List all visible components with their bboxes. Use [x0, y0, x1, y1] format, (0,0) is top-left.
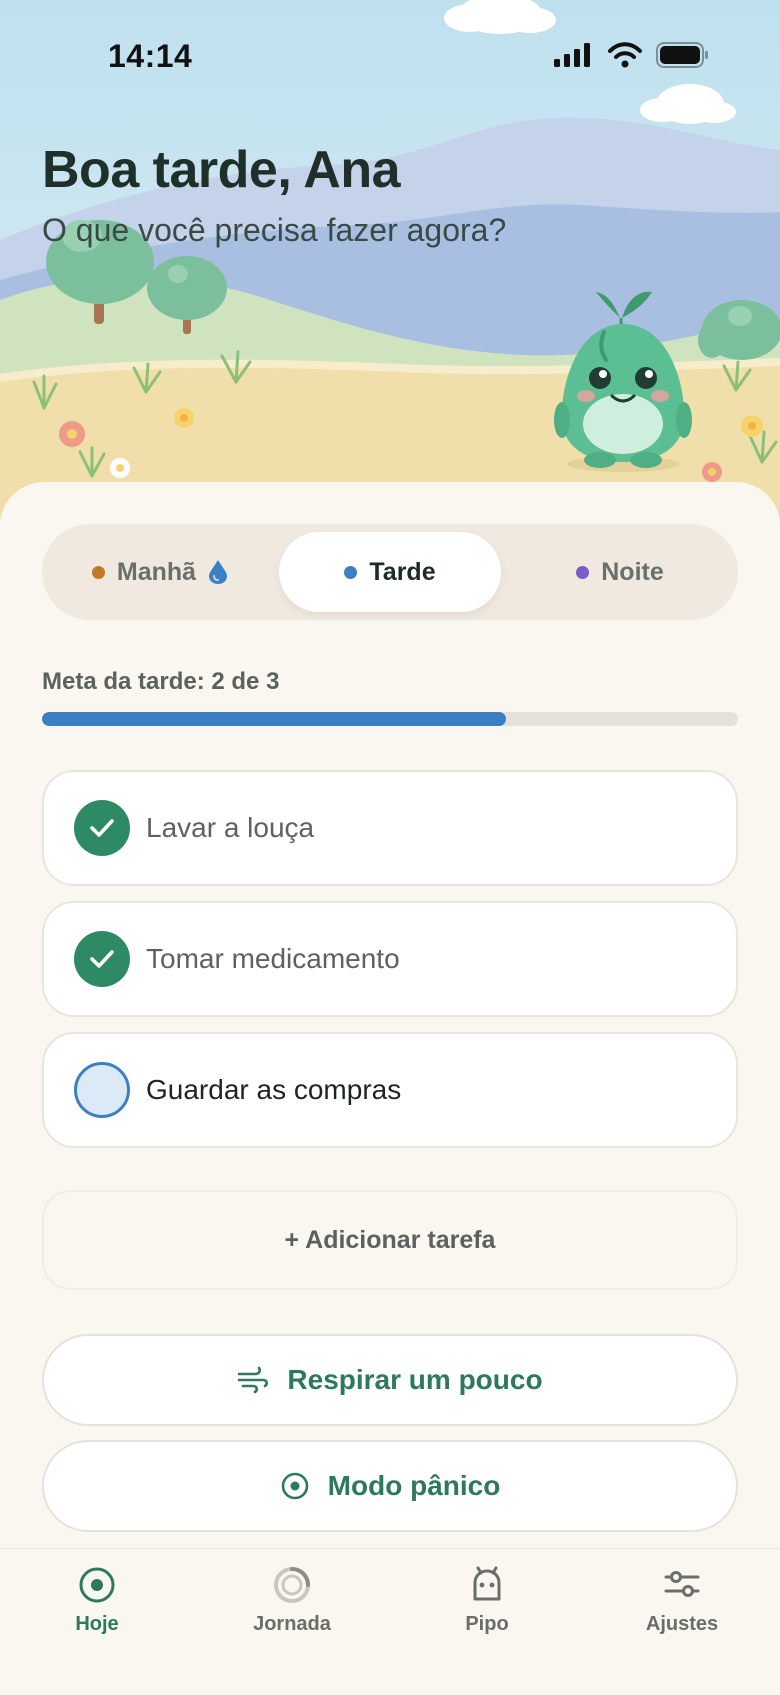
tab-label: Ajustes [645, 1613, 719, 1635]
morning-dot [91, 565, 105, 579]
task-item[interactable]: Lavar a louça [42, 770, 738, 886]
wind-icon [238, 1366, 269, 1394]
period-label: Manhã [116, 557, 197, 586]
period-label: Noite [601, 557, 664, 586]
flower-icon [59, 421, 85, 447]
journey-icon [270, 1563, 314, 1607]
pipo-mascot [554, 291, 692, 472]
breathe-label: Respirar um pouco [287, 1364, 543, 1395]
status-icons [554, 42, 710, 68]
target-icon [281, 1472, 308, 1500]
flower-icon [741, 415, 763, 437]
flower-icon [174, 408, 194, 428]
goal-label: Meta da tarde: 2 de 3 [42, 668, 280, 695]
signal-icon [554, 43, 590, 67]
tab-label: Jornada [253, 1613, 331, 1635]
task-label: Guardar as compras [146, 1074, 402, 1105]
checkmark-icon [90, 819, 114, 837]
tab-label: Pipo [465, 1613, 509, 1635]
tab-ajustes[interactable]: Ajustes [622, 1563, 742, 1636]
pipo-icon [465, 1563, 509, 1607]
greeting-title: Boa tarde, Ana [42, 141, 401, 199]
water-drop-icon [209, 560, 228, 584]
status-bar: 14:14 [0, 0, 780, 112]
period-tab-morning[interactable]: Manhã [52, 532, 268, 612]
tab-label: Hoje [75, 1613, 119, 1635]
task-checkbox[interactable] [74, 1062, 130, 1118]
period-tab-afternoon[interactable]: Tarde [279, 532, 501, 612]
checkmark-icon [90, 950, 114, 968]
goal-progress-fill [42, 712, 507, 726]
task-checkbox[interactable] [74, 800, 130, 856]
status-time: 14:14 [108, 38, 193, 74]
bottom-tab-bar: Hoje Jornada Pipo Ajustes [0, 1548, 780, 1695]
period-selector: Manhã Tarde Noite [42, 524, 738, 620]
flower-icon [702, 462, 722, 482]
add-task-button[interactable]: + Adicionar tarefa [42, 1190, 738, 1290]
tab-hoje[interactable]: Hoje [37, 1563, 157, 1636]
task-label: Lavar a louça [146, 812, 315, 843]
night-dot [576, 565, 590, 579]
tab-pipo[interactable]: Pipo [427, 1563, 547, 1636]
period-tab-night[interactable]: Noite [512, 532, 728, 612]
today-icon [75, 1563, 119, 1607]
goal-progress-bar [42, 712, 738, 726]
panic-mode-button[interactable]: Modo pânico [42, 1440, 738, 1532]
battery-icon [656, 42, 708, 68]
task-checkbox[interactable] [74, 931, 130, 987]
panic-label: Modo pânico [327, 1470, 501, 1501]
sliders-icon [660, 1563, 704, 1607]
breathe-button[interactable]: Respirar um pouco [42, 1334, 738, 1426]
wifi-icon [608, 42, 642, 68]
tab-jornada[interactable]: Jornada [232, 1563, 352, 1636]
flower-icon [110, 458, 130, 478]
greeting-subtitle: O que você precisa fazer agora? [42, 212, 507, 248]
task-item[interactable]: Tomar medicamento [42, 901, 738, 1017]
afternoon-dot [344, 565, 358, 579]
period-label: Tarde [369, 557, 436, 586]
task-label: Tomar medicamento [146, 943, 400, 974]
task-item[interactable]: Guardar as compras [42, 1032, 738, 1148]
